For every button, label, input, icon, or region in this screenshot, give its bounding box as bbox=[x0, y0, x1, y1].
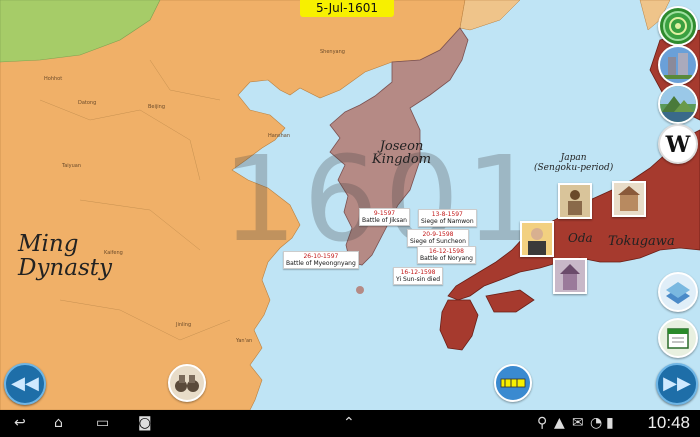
city-label: Datong bbox=[78, 100, 97, 106]
event-title: Battle of Noryang bbox=[420, 255, 473, 262]
region-label-tokugawa: Tokugawa bbox=[608, 234, 675, 249]
email-icon: ✉ bbox=[572, 415, 584, 431]
city-label: Shenyang bbox=[320, 49, 345, 55]
fast-forward-icon: ▶▶ bbox=[663, 373, 691, 394]
japan-line2: (Sengoku-period) bbox=[534, 163, 614, 173]
city-label: Yan'an bbox=[236, 338, 253, 344]
event-marker[interactable]: 16-12-1598 Battle of Noryang bbox=[417, 246, 476, 264]
temple-portrait[interactable] bbox=[553, 258, 587, 294]
region-label-ming: Ming Dynasty bbox=[18, 232, 112, 280]
event-marker[interactable]: 16-12-1598 Yi Sun-sin died bbox=[393, 267, 444, 285]
event-date: 13-8-1597 bbox=[431, 211, 463, 218]
event-title: Battle of Jiksan bbox=[362, 217, 407, 224]
city-label: Hohhot bbox=[44, 76, 63, 82]
globe-icon bbox=[663, 11, 693, 41]
event-marker[interactable]: 9-1597 Battle of Jiksan bbox=[359, 208, 410, 226]
system-navigation-bar: ↩ ⌂ ▭ ◙ ⌃ ⚲ ▲ ✉ ◔ ▮ 10:48 bbox=[0, 410, 700, 437]
clock: 10:48 bbox=[647, 413, 690, 432]
samurai-portrait[interactable] bbox=[558, 183, 592, 219]
fast-forward-button[interactable]: ▶▶ bbox=[656, 363, 698, 405]
event-date: 26-10-1597 bbox=[303, 253, 339, 260]
back-icon[interactable]: ↩ bbox=[14, 414, 26, 432]
home-icon[interactable]: ⌂ bbox=[54, 414, 63, 432]
castle-portrait[interactable] bbox=[612, 181, 646, 217]
island-jeju bbox=[356, 286, 364, 294]
rewind-button[interactable]: ◀◀ bbox=[4, 363, 46, 405]
current-date-label[interactable]: 5-Jul-1601 bbox=[300, 0, 394, 17]
buildings-button[interactable] bbox=[658, 45, 698, 85]
event-marker[interactable]: 13-8-1597 Siege of Namwon bbox=[418, 209, 477, 227]
event-marker[interactable]: 26-10-1597 Battle of Myeongnyang bbox=[283, 251, 359, 269]
binoculars-icon bbox=[175, 375, 199, 392]
svg-text:W: W bbox=[665, 132, 691, 158]
landscape-button[interactable] bbox=[658, 84, 698, 124]
map-layer-button[interactable] bbox=[658, 272, 698, 312]
event-date: 9-1597 bbox=[373, 210, 396, 217]
city-label: Jinling bbox=[176, 322, 192, 328]
wikipedia-icon: W bbox=[665, 132, 691, 158]
landscape-icon bbox=[660, 86, 696, 122]
tokugawa-portrait[interactable] bbox=[520, 221, 554, 257]
buildings-icon bbox=[664, 53, 692, 79]
screenshot-icon[interactable]: ◙ bbox=[138, 414, 152, 432]
calendar-button[interactable] bbox=[658, 318, 698, 358]
timeline-button[interactable] bbox=[494, 364, 532, 402]
ming-line2: Dynasty bbox=[18, 255, 112, 281]
ming-line1: Ming bbox=[18, 231, 79, 257]
event-title: Battle of Myeongnyang bbox=[286, 260, 356, 267]
rewind-icon: ◀◀ bbox=[11, 373, 39, 394]
event-date: 16-12-1598 bbox=[429, 248, 464, 255]
chevron-up-icon[interactable]: ⌃ bbox=[343, 414, 355, 432]
timeline-icon bbox=[500, 378, 526, 388]
city-label: Taiyuan bbox=[62, 163, 82, 169]
event-date: 16-12-1598 bbox=[400, 269, 436, 276]
map-layer-icon bbox=[666, 282, 690, 304]
region-label-oda: Oda bbox=[568, 231, 593, 245]
event-title: Siege of Suncheon bbox=[410, 238, 466, 245]
event-marker[interactable]: 20-9-1598 Siege of Suncheon bbox=[407, 229, 469, 247]
joseon-line2: Kingdom bbox=[372, 152, 432, 167]
event-date: 20-9-1598 bbox=[422, 231, 454, 238]
shield-icon: ▲ bbox=[554, 415, 565, 431]
region-label-joseon: Joseon Kingdom bbox=[372, 140, 431, 166]
region-label-japan: Japan (Sengoku-period) bbox=[534, 153, 613, 173]
globe-button[interactable] bbox=[658, 6, 698, 46]
japan-line1: Japan bbox=[560, 153, 587, 163]
calendar-icon bbox=[667, 328, 689, 349]
city-label: Hanshan bbox=[268, 133, 290, 139]
wikipedia-button[interactable]: W bbox=[658, 124, 698, 164]
binoculars-button[interactable] bbox=[168, 364, 206, 402]
recent-apps-icon[interactable]: ▭ bbox=[96, 414, 109, 432]
event-title: Siege of Namwon bbox=[421, 218, 474, 225]
wifi-icon: ◔ bbox=[590, 415, 603, 431]
event-title: Yi Sun-sin died bbox=[396, 276, 441, 283]
usb-icon: ⚲ bbox=[537, 415, 548, 431]
battery-icon: ▮ bbox=[606, 415, 614, 431]
city-label: Beijing bbox=[148, 104, 166, 110]
